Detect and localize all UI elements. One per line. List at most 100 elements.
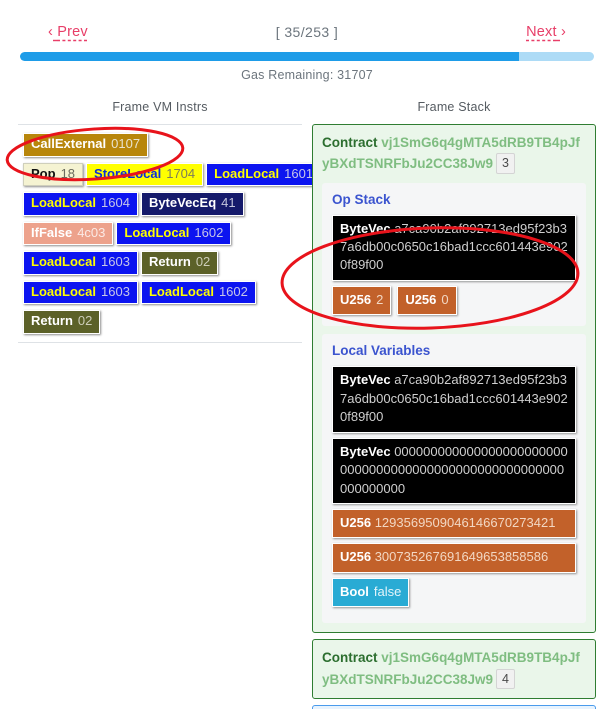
stack-value[interactable]: U256 2 [332, 285, 392, 316]
value-type: ByteVec [340, 372, 391, 388]
op-stack-title: Op Stack [332, 191, 391, 207]
step-navigation: ‹ Prev [ 35/253 ] Next › [0, 0, 614, 46]
instruction-arg: 1603 [101, 283, 130, 299]
instruction-chip[interactable]: LoadLocal 1601 [206, 162, 322, 187]
prev-step-label: Prev [57, 24, 88, 40]
frame-kind-label: Contract [322, 650, 378, 666]
local-variables-title: Local Variables [332, 343, 431, 359]
instruction-row: Pop 18 StoreLocal 1704 LoadLocal 1601 [18, 162, 322, 187]
stack-value[interactable]: ByteVec 00000000000000000000000000000000… [332, 437, 576, 505]
instruction-chip[interactable]: Return 02 [23, 310, 101, 334]
frame-columns: Frame VM Instrs CallExternal 0107 Pop 18 Sto… [0, 82, 614, 709]
instruction-arg: 0107 [111, 136, 141, 151]
gas-remaining-label: Gas Remaining: 31707 [241, 68, 373, 82]
instruction-row: LoadLocal 1603 Return 02 [18, 251, 302, 275]
frame-stack-title: Frame Stack [417, 100, 491, 114]
instruction-opcode: StoreLocal [94, 165, 162, 181]
local-variables-panel: Local Variables ByteVec a7ca90b2af892713… [322, 334, 586, 624]
next-step-link[interactable]: Next › [526, 24, 566, 40]
instruction-arg: 02 [77, 313, 93, 329]
instruction-chip[interactable]: CallExternal 0107 [23, 133, 149, 157]
value-type: Bool [340, 583, 369, 599]
progress-fill [20, 52, 520, 61]
instruction-opcode: ByteVecEq [148, 195, 217, 211]
instruction-opcode: LoadLocal [31, 195, 97, 211]
instruction-opcode: LoadLocal [124, 224, 190, 240]
instruction-chip[interactable]: Return 02 [140, 251, 219, 275]
instruction-arg: 02 [195, 254, 211, 270]
instruction-opcode: LoadLocal [214, 165, 280, 181]
value-type: U256 [405, 291, 437, 307]
instruction-arg: 41 [221, 195, 236, 211]
debugger-page: ‹ Prev [ 35/253 ] Next › Gas Remaining: … [0, 0, 614, 709]
frame-vm-instrs-column: Frame VM Instrs CallExternal 0107 Pop 18 Sto… [18, 100, 322, 709]
frame-vm-instrs-title: Frame VM Instrs [112, 100, 208, 114]
instruction-chip[interactable]: StoreLocal 1704 [86, 162, 204, 187]
instruction-chip[interactable]: LoadLocal 1602 [140, 280, 256, 305]
stack-value[interactable]: ByteVec a7ca90b2af892713ed95f23b37a6db00… [332, 366, 576, 433]
instruction-chip[interactable]: LoadLocal 1603 [23, 280, 138, 305]
instruction-opcode: Return [148, 254, 191, 270]
instruction-chip[interactable]: LoadLocal 1602 [116, 221, 232, 246]
local-variable-items: ByteVec a7ca90b2af892713ed95f23b37a6db00… [332, 366, 576, 612]
prev-step-link[interactable]: ‹ Prev [48, 24, 88, 40]
instruction-opcode: LoadLocal [31, 254, 97, 270]
value-data: false [373, 583, 402, 599]
value-type: ByteVec [340, 443, 391, 459]
progress-section: Gas Remaining: 31707 [0, 46, 614, 82]
next-step-label: Next [526, 24, 557, 40]
instruction-chip[interactable]: ByteVecEq 41 [140, 192, 244, 216]
frame-header: Contract vj1SmG6q4gMTA5dRB9TB4pJfyBXdTSN… [322, 133, 586, 175]
chevron-left-icon: ‹ [48, 24, 54, 40]
instruction-opcode: Return [31, 313, 73, 329]
instruction-arg: 1602 [218, 283, 248, 299]
frame-index-badge: 3 [496, 153, 515, 174]
instruction-arg: 1603 [101, 254, 130, 270]
instruction-arg: 18 [60, 165, 76, 181]
value-type: ByteVec [340, 220, 391, 236]
instruction-opcode: IfFalse [31, 224, 73, 240]
frame-header-collapsed: Contract vj1SmG6q4gMTA5dRB9TB4pJfyBXdTSN… [322, 648, 586, 690]
instruction-arg: 1704 [166, 165, 196, 181]
instruction-arg: 1601 [284, 165, 314, 181]
instruction-arg: 1602 [194, 224, 224, 240]
frame-card-active[interactable]: Contract vj1SmG6q4gMTA5dRB9TB4pJfyBXdTSN… [312, 124, 596, 634]
instruction-opcode: LoadLocal [31, 283, 97, 299]
instruction-list: CallExternal 0107 Pop 18 StoreLocal 1704 LoadL… [18, 124, 322, 343]
instruction-arg: 1604 [101, 195, 130, 211]
stack-value[interactable]: Bool false [332, 577, 410, 608]
value-data: 1293569509046146670273421 [371, 515, 556, 531]
step-counter: [ 35/253 ] [275, 24, 339, 40]
execution-progress-bar[interactable] [20, 52, 594, 61]
instruction-chip[interactable]: Pop 18 [23, 162, 84, 187]
op-stack-inline-row: U256 2 U256 0 [332, 285, 576, 316]
value-data: 300735267691649653858586 [371, 549, 549, 565]
instruction-chip[interactable]: LoadLocal 1604 [23, 192, 138, 216]
instruction-row: CallExternal 0107 [18, 133, 302, 157]
stack-value[interactable]: U256 300735267691649653858586 [332, 543, 576, 573]
value-type: U256 [340, 515, 372, 531]
frame-index-badge: 4 [496, 668, 515, 690]
op-stack-panel: Op Stack ByteVec a7ca90b2af892713ed95f23… [322, 182, 586, 327]
value-type: U256 [340, 549, 372, 565]
instruction-chip[interactable]: IfFalse 4c03 [23, 221, 114, 246]
stack-value[interactable]: U256 0 [397, 285, 457, 316]
frame-kind-label: Contract [322, 135, 378, 150]
stack-value[interactable]: U256 1293569509046146670273421 [332, 509, 576, 539]
frame-stack-column: Frame Stack Contract vj1SmG6q4gMTA5dRB9T… [312, 100, 596, 709]
value-type: U256 [340, 291, 372, 307]
instruction-opcode: LoadLocal [148, 283, 214, 299]
instruction-row: IfFalse 4c03 LoadLocal 1602 [18, 221, 302, 246]
instruction-row: LoadLocal 1604 ByteVecEq 41 [18, 192, 302, 216]
stack-value[interactable]: ByteVec a7ca90b2af892713ed95f23b37a6db00… [332, 214, 576, 281]
value-data: 0 [441, 291, 449, 307]
value-data: 2 [376, 291, 384, 307]
instruction-chip[interactable]: LoadLocal 1603 [23, 251, 138, 275]
op-stack-items: ByteVec a7ca90b2af892713ed95f23b37a6db00… [332, 214, 576, 316]
chevron-right-icon: › [560, 24, 566, 40]
instruction-arg: 4c03 [77, 224, 106, 240]
txscript-frame-card[interactable]: TxScript [312, 704, 596, 709]
instruction-opcode: CallExternal [31, 136, 107, 151]
frame-card-collapsed[interactable]: Contract vj1SmG6q4gMTA5dRB9TB4pJfyBXdTSN… [312, 639, 596, 699]
instruction-opcode: Pop [31, 165, 56, 181]
